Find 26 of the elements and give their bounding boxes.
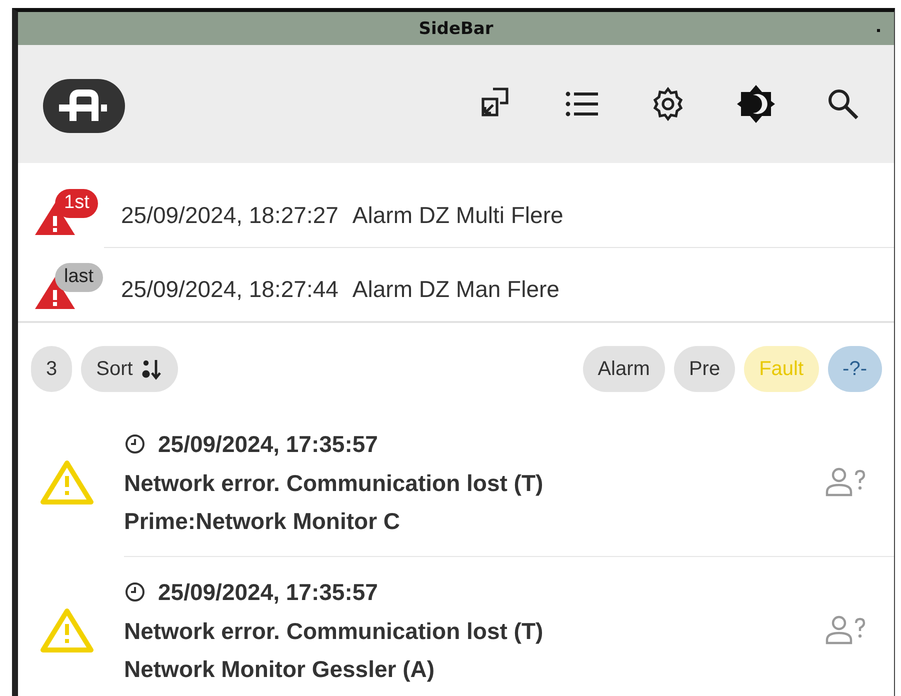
alarm-time: 25/09/2024, 18:27:44 xyxy=(121,276,338,303)
alarm-time: 25/09/2024, 18:27:27 xyxy=(121,202,338,229)
theme-icon[interactable] xyxy=(736,84,776,124)
event-source: Network Monitor Gessler (A) xyxy=(124,654,436,684)
alarm-text: Alarm DZ Multi Flere xyxy=(352,202,564,229)
search-icon[interactable] xyxy=(826,87,860,121)
clock-icon xyxy=(124,433,146,455)
event-time: 25/09/2024, 17:35:57 xyxy=(158,578,378,606)
position-badge: last xyxy=(55,263,103,292)
logo-icon xyxy=(43,79,125,133)
clock-icon xyxy=(124,581,146,603)
event-title: Network error. Communication lost (T) xyxy=(124,468,544,498)
event-title: Network error. Communication lost (T) xyxy=(124,616,544,646)
count-chip: 3 xyxy=(31,346,72,392)
alarm-text: Alarm DZ Man Flere xyxy=(352,276,560,303)
warning-icon xyxy=(40,459,94,505)
filter-chip[interactable]: Pre xyxy=(674,346,736,392)
warning-icon xyxy=(40,607,94,653)
position-badge: 1st xyxy=(55,189,98,218)
sort-button[interactable]: Sort xyxy=(81,346,178,392)
window-title: SideBar xyxy=(418,18,494,38)
event-source: Prime:Network Monitor C xyxy=(124,506,402,536)
sort-icon xyxy=(140,358,163,380)
filter-chip[interactable]: -?- xyxy=(828,346,882,392)
filter-chip[interactable]: Alarm xyxy=(582,346,665,392)
event-time: 25/09/2024, 17:35:57 xyxy=(158,430,378,458)
